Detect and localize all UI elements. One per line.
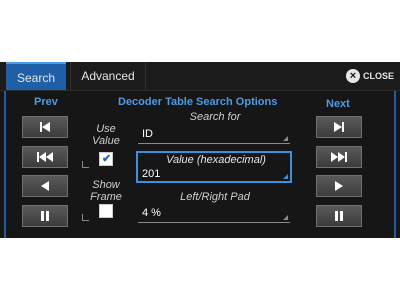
checkmark-icon: ✔ — [102, 153, 112, 165]
search-panel: Search Advanced × CLOSE Prev Decoder Tab… — [0, 62, 400, 238]
next-last-button[interactable] — [316, 116, 362, 138]
panel-title: Decoder Table Search Options — [118, 96, 278, 108]
next-fast-button[interactable] — [316, 146, 362, 168]
value-hex-value: 201 — [142, 168, 161, 180]
tab-bar: Search Advanced × CLOSE — [0, 62, 400, 91]
next-step-button[interactable] — [316, 175, 362, 197]
dropdown-corner-icon — [283, 136, 288, 141]
skip-first-icon — [40, 122, 50, 132]
close-button[interactable]: × CLOSE — [345, 68, 394, 84]
value-hex-label: Value (hexadecimal) — [166, 154, 266, 166]
next-header: Next — [326, 98, 350, 110]
use-value-checkbox[interactable]: ✔ — [99, 152, 113, 166]
input-corner-icon — [283, 174, 288, 179]
prev-step-button[interactable] — [22, 175, 68, 197]
prev-pause-button[interactable] — [22, 205, 68, 227]
bracket-mark — [82, 214, 89, 221]
use-value-label: Use Value — [92, 123, 120, 147]
panel-body: Prev Decoder Table Search Options Next U… — [0, 91, 400, 238]
pause-icon — [335, 211, 343, 221]
next-pause-button[interactable] — [316, 205, 362, 227]
prev-header: Prev — [34, 96, 58, 108]
search-for-label: Search for — [189, 111, 241, 123]
pad-label: Left/Right Pad — [180, 191, 250, 203]
fast-forward-icon — [331, 152, 347, 162]
dropdown-corner-icon — [283, 215, 288, 220]
pad-input[interactable]: 4 % — [138, 203, 290, 223]
tab-advanced[interactable]: Advanced — [70, 62, 146, 90]
bracket-mark — [82, 161, 89, 168]
frame-border-left — [4, 91, 6, 238]
show-frame-checkbox[interactable] — [99, 204, 113, 218]
close-label: CLOSE — [362, 71, 394, 81]
pad-value: 4 % — [142, 207, 161, 219]
prev-first-button[interactable] — [22, 116, 68, 138]
tab-search[interactable]: Search — [6, 62, 66, 90]
prev-fast-button[interactable] — [22, 146, 68, 168]
fast-rewind-icon — [37, 152, 53, 162]
step-back-icon — [41, 181, 49, 191]
skip-last-icon — [334, 122, 344, 132]
search-for-select[interactable]: ID — [138, 124, 290, 144]
frame-border-right — [394, 91, 396, 238]
step-forward-icon — [335, 181, 343, 191]
search-for-value: ID — [142, 128, 153, 140]
close-icon: × — [345, 69, 360, 83]
show-frame-label: Show Frame — [90, 179, 122, 203]
value-hex-input[interactable]: Value (hexadecimal) 201 — [136, 151, 292, 183]
pause-icon — [41, 211, 49, 221]
